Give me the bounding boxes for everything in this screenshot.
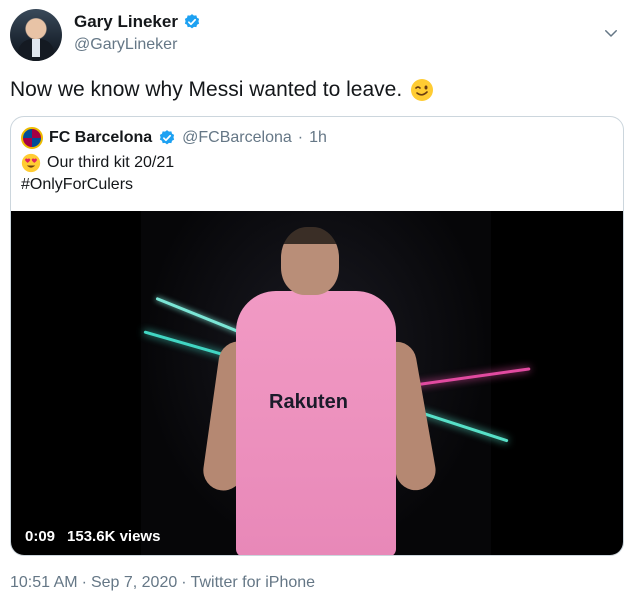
hashtag-link[interactable]: #OnlyForCulers bbox=[21, 176, 133, 194]
avatar-shirt bbox=[32, 39, 40, 57]
fc-barcelona-crest-icon bbox=[21, 127, 43, 149]
quoted-display-name[interactable]: FC Barcelona bbox=[49, 129, 152, 147]
tweet-metadata: 10:51 AM · Sep 7, 2020 · Twitter for iPh… bbox=[10, 574, 315, 592]
tweet-time[interactable]: 10:51 AM bbox=[10, 574, 78, 592]
tweet-text: Now we know why Messi wanted to leave. bbox=[10, 78, 434, 102]
author-handle[interactable]: @GaryLineker bbox=[74, 36, 177, 54]
author-avatar[interactable] bbox=[10, 9, 62, 61]
video-frame: Rakuten bbox=[141, 211, 531, 555]
tweet-date[interactable]: Sep 7, 2020 bbox=[91, 574, 177, 592]
tweet-body: Now we know why Messi wanted to leave. bbox=[10, 78, 403, 101]
video-stats: 0:09 153.6K views bbox=[25, 528, 160, 545]
jersey-sponsor-text: Rakuten bbox=[269, 391, 348, 413]
heart-eyes-face-icon bbox=[21, 153, 41, 173]
meta-separator: · bbox=[81, 574, 87, 591]
quoted-separator: · bbox=[297, 129, 304, 146]
pink-jersey bbox=[236, 291, 396, 555]
tweet-source[interactable]: Twitter for iPhone bbox=[191, 574, 316, 592]
chevron-down-icon[interactable] bbox=[602, 24, 620, 42]
quoted-header: FC Barcelona @FCBarcelona · 1h bbox=[21, 127, 327, 149]
video-player[interactable]: Rakuten 0:09 153.6K views bbox=[11, 211, 623, 555]
verified-badge-icon bbox=[160, 130, 175, 145]
quoted-tweet-card[interactable]: FC Barcelona @FCBarcelona · 1h Our third… bbox=[10, 116, 624, 556]
winking-face-icon bbox=[411, 79, 434, 101]
quoted-text-line1: Our third kit 20/21 bbox=[21, 153, 174, 173]
quoted-handle[interactable]: @FCBarcelona bbox=[182, 129, 292, 147]
video-duration: 0:09 bbox=[25, 528, 56, 545]
author-name-row: Gary Lineker bbox=[74, 12, 201, 32]
meta-separator: · bbox=[181, 574, 187, 591]
author-display-name[interactable]: Gary Lineker bbox=[74, 12, 178, 32]
verified-badge-icon bbox=[184, 14, 200, 29]
quoted-time[interactable]: 1h bbox=[309, 129, 327, 147]
quoted-text: Our third kit 20/21 bbox=[47, 154, 175, 171]
video-views: 153.6K views bbox=[67, 528, 161, 545]
player-head bbox=[281, 227, 339, 295]
